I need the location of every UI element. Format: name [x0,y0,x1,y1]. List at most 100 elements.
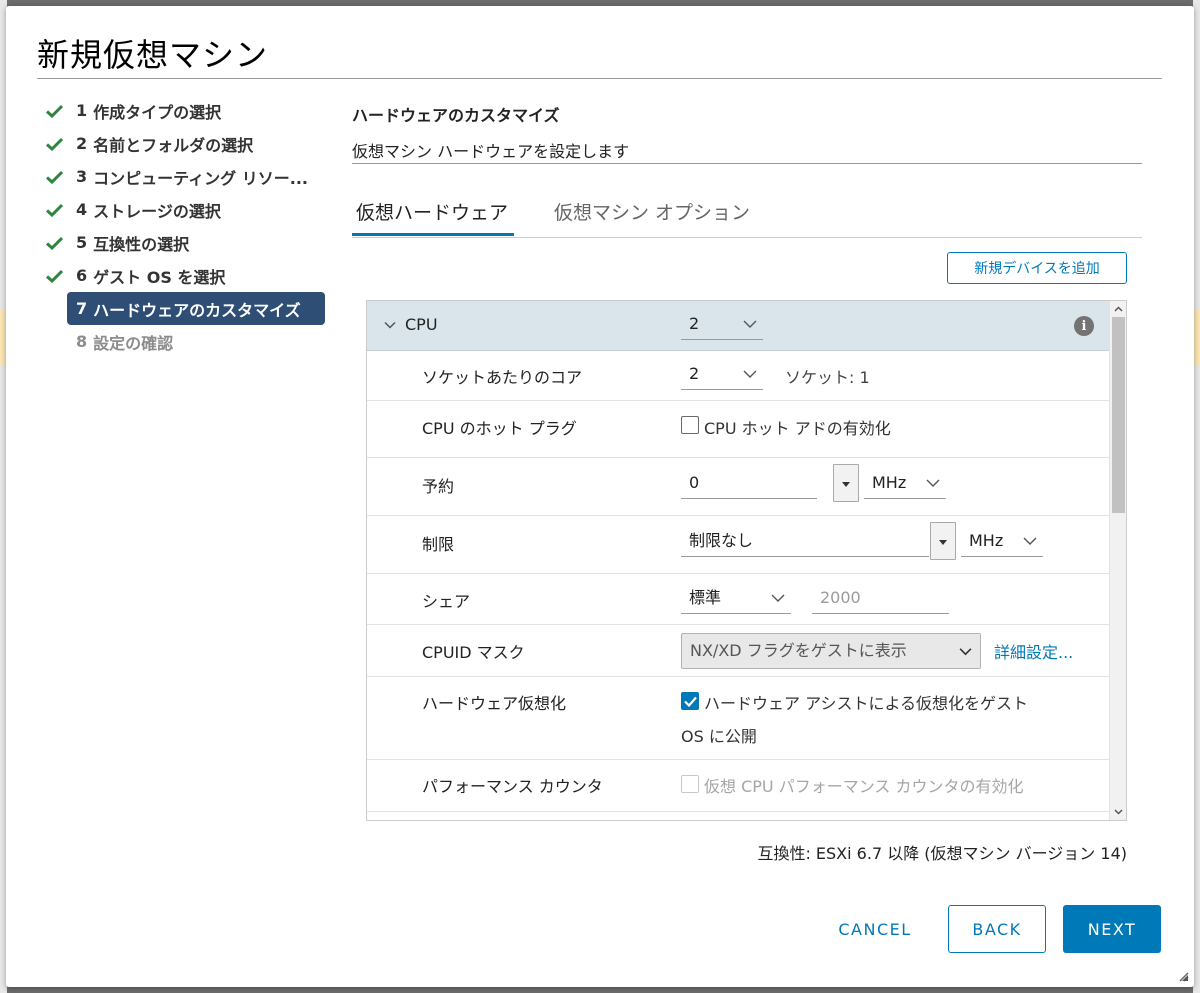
shares-number-input[interactable]: 2000 [812,584,949,614]
chevron-down-icon[interactable] [383,318,397,332]
reservation-unit-value: MHz [872,473,907,492]
step-number: 7 [76,299,88,318]
reservation-input[interactable]: 0 [681,469,817,499]
chevron-down-icon [959,648,972,656]
chevron-down-icon [743,370,757,378]
cpu-hot-add-label: CPU ホット アドの有効化 [704,419,891,438]
reservation-unit-select[interactable]: MHz [864,469,946,499]
dialog-title: 新規仮想マシン [37,36,269,74]
chevron-down-icon [771,594,785,602]
cpuid-mask-select[interactable]: NX/XD フラグをゲストに表示 [681,633,981,669]
step-number: 2 [76,134,88,153]
row-label: ハードウェア仮想化 [422,694,567,713]
add-new-device-button[interactable]: 新規デバイスを追加 [947,252,1127,284]
sockets-count: ソケット: 1 [785,368,870,387]
cpu-section-header[interactable]: CPU 2 i [367,301,1110,351]
row-label: ソケットあたりのコア [422,368,583,387]
pane-divider [352,163,1142,164]
cpu-label: CPU [405,315,438,334]
back-button[interactable]: BACK [948,905,1046,953]
checkmark-icon [46,203,68,217]
chevron-down-icon [743,320,757,328]
cpu-count-select[interactable]: 2 [681,310,763,340]
row-cpuid-mask: CPUID マスク NX/XD フラグをゲストに表示 詳細設定... [367,625,1110,677]
cancel-button[interactable]: CANCEL [816,905,934,953]
row-label: パフォーマンス カウンタ [422,777,603,796]
checkmark-icon [46,236,68,250]
checkmark-icon [46,137,68,151]
pane-subheading: 仮想マシン ハードウェアを設定します [352,142,630,161]
cpu-hot-add-checkbox[interactable] [681,416,699,434]
wizard-step-1[interactable]: 1 作成タイプの選択 [46,94,336,127]
performance-counters-checkbox [681,775,699,793]
checkmark-icon [46,104,68,118]
step-number: 4 [76,200,88,219]
scroll-up-icon[interactable] [1114,306,1123,312]
row-label: 制限 [422,535,455,554]
wizard-steps: 1 作成タイプの選択 2 名前とフォルダの選択 3 コンピューティング リソー.… [46,94,336,358]
step-number: 1 [76,101,88,120]
wizard-step-3[interactable]: 3 コンピューティング リソー... [46,160,336,193]
row-label: 予約 [422,477,455,496]
resize-handle-icon[interactable] [1177,970,1189,982]
hardware-virtualization-checkbox[interactable] [681,692,699,710]
row-limit: 制限 制限なし MHz [367,516,1110,574]
step-label: ハードウェアのカスタマイズ [93,300,301,320]
step-number: 6 [76,266,88,285]
checkmark-icon [684,696,697,707]
next-button[interactable]: NEXT [1063,905,1161,953]
wizard-step-8: 8 設定の確認 [46,325,336,358]
info-icon[interactable]: i [1074,316,1094,336]
hardware-virtualization-label-line2: OS に公開 [681,727,757,746]
limit-dropdown-button[interactable] [930,522,956,560]
compatibility-text: 互換性: ESXi 6.7 以降 (仮想マシン バージョン 14) [757,844,1127,863]
row-cores-per-socket: ソケットあたりのコア 2 ソケット: 1 [367,351,1110,401]
chevron-down-icon [926,479,940,487]
step-label: 名前とフォルダの選択 [93,135,254,155]
limit-input[interactable]: 制限なし [681,527,929,557]
step-label: コンピューティング リソー... [93,168,308,188]
hardware-list-scrollbar[interactable] [1109,301,1126,820]
wizard-step-4[interactable]: 4 ストレージの選択 [46,193,336,226]
chevron-down-icon [1023,537,1037,545]
hardware-virtualization-label-line1: ハードウェア アシストによる仮想化をゲスト [704,694,1028,713]
scroll-down-icon[interactable] [1114,809,1123,815]
step-label: ストレージの選択 [93,201,221,221]
active-tab-indicator [352,233,514,236]
tab-vm-options[interactable]: 仮想マシン オプション [554,198,750,236]
cores-per-socket-select[interactable]: 2 [681,360,763,390]
step-label: 互換性の選択 [93,234,190,254]
checkmark-icon [46,170,68,184]
wizard-step-7[interactable]: 7 ハードウェアのカスタマイズ [67,292,325,325]
scrollbar-thumb[interactable] [1112,317,1125,513]
shares-level-value: 標準 [689,588,722,607]
wizard-step-6[interactable]: 6 ゲスト OS を選択 [46,259,336,292]
tab-bar: 仮想ハードウェア 仮想マシン オプション [352,198,1142,238]
virtual-hardware-list: CPU 2 i ソケットあたりのコア 2 ソケット: 1 CPU のホット プラ… [366,300,1127,821]
row-hardware-virtualization: ハードウェア仮想化 ハードウェア アシストによる仮想化をゲスト OS に公開 [367,677,1110,760]
cpuid-advanced-link[interactable]: 詳細設定... [994,639,1073,663]
wizard-step-5[interactable]: 5 互換性の選択 [46,226,336,259]
wizard-step-2[interactable]: 2 名前とフォルダの選択 [46,127,336,160]
caret-down-icon [842,482,850,487]
reservation-dropdown-button[interactable] [833,464,859,502]
checkmark-icon [46,269,68,283]
limit-unit-select[interactable]: MHz [961,527,1043,557]
step-number: 8 [76,332,88,351]
caret-down-icon [939,540,947,545]
limit-unit-value: MHz [969,531,1004,550]
cpu-count-value: 2 [689,314,700,333]
background-page-right [1193,0,1200,993]
row-label: シェア [422,592,471,611]
customize-hardware-pane: ハードウェアのカスタマイズ 仮想マシン ハードウェアを設定します 仮想ハードウェ… [352,102,1142,863]
row-reservation: 予約 0 MHz [367,458,1110,516]
step-label: 作成タイプの選択 [93,102,222,122]
row-label: CPU のホット プラグ [422,419,577,438]
step-number: 5 [76,233,88,252]
row-label: CPUID マスク [422,643,525,662]
shares-level-select[interactable]: 標準 [681,584,791,614]
row-cpu-hot-plug: CPU のホット プラグ CPU ホット アドの有効化 [367,401,1110,458]
pane-heading: ハードウェアのカスタマイズ [352,106,560,125]
tab-virtual-hardware[interactable]: 仮想ハードウェア [356,198,508,236]
new-vm-dialog: 新規仮想マシン 1 作成タイプの選択 2 名前とフォルダの選択 3 コンピューテ… [6,6,1194,987]
